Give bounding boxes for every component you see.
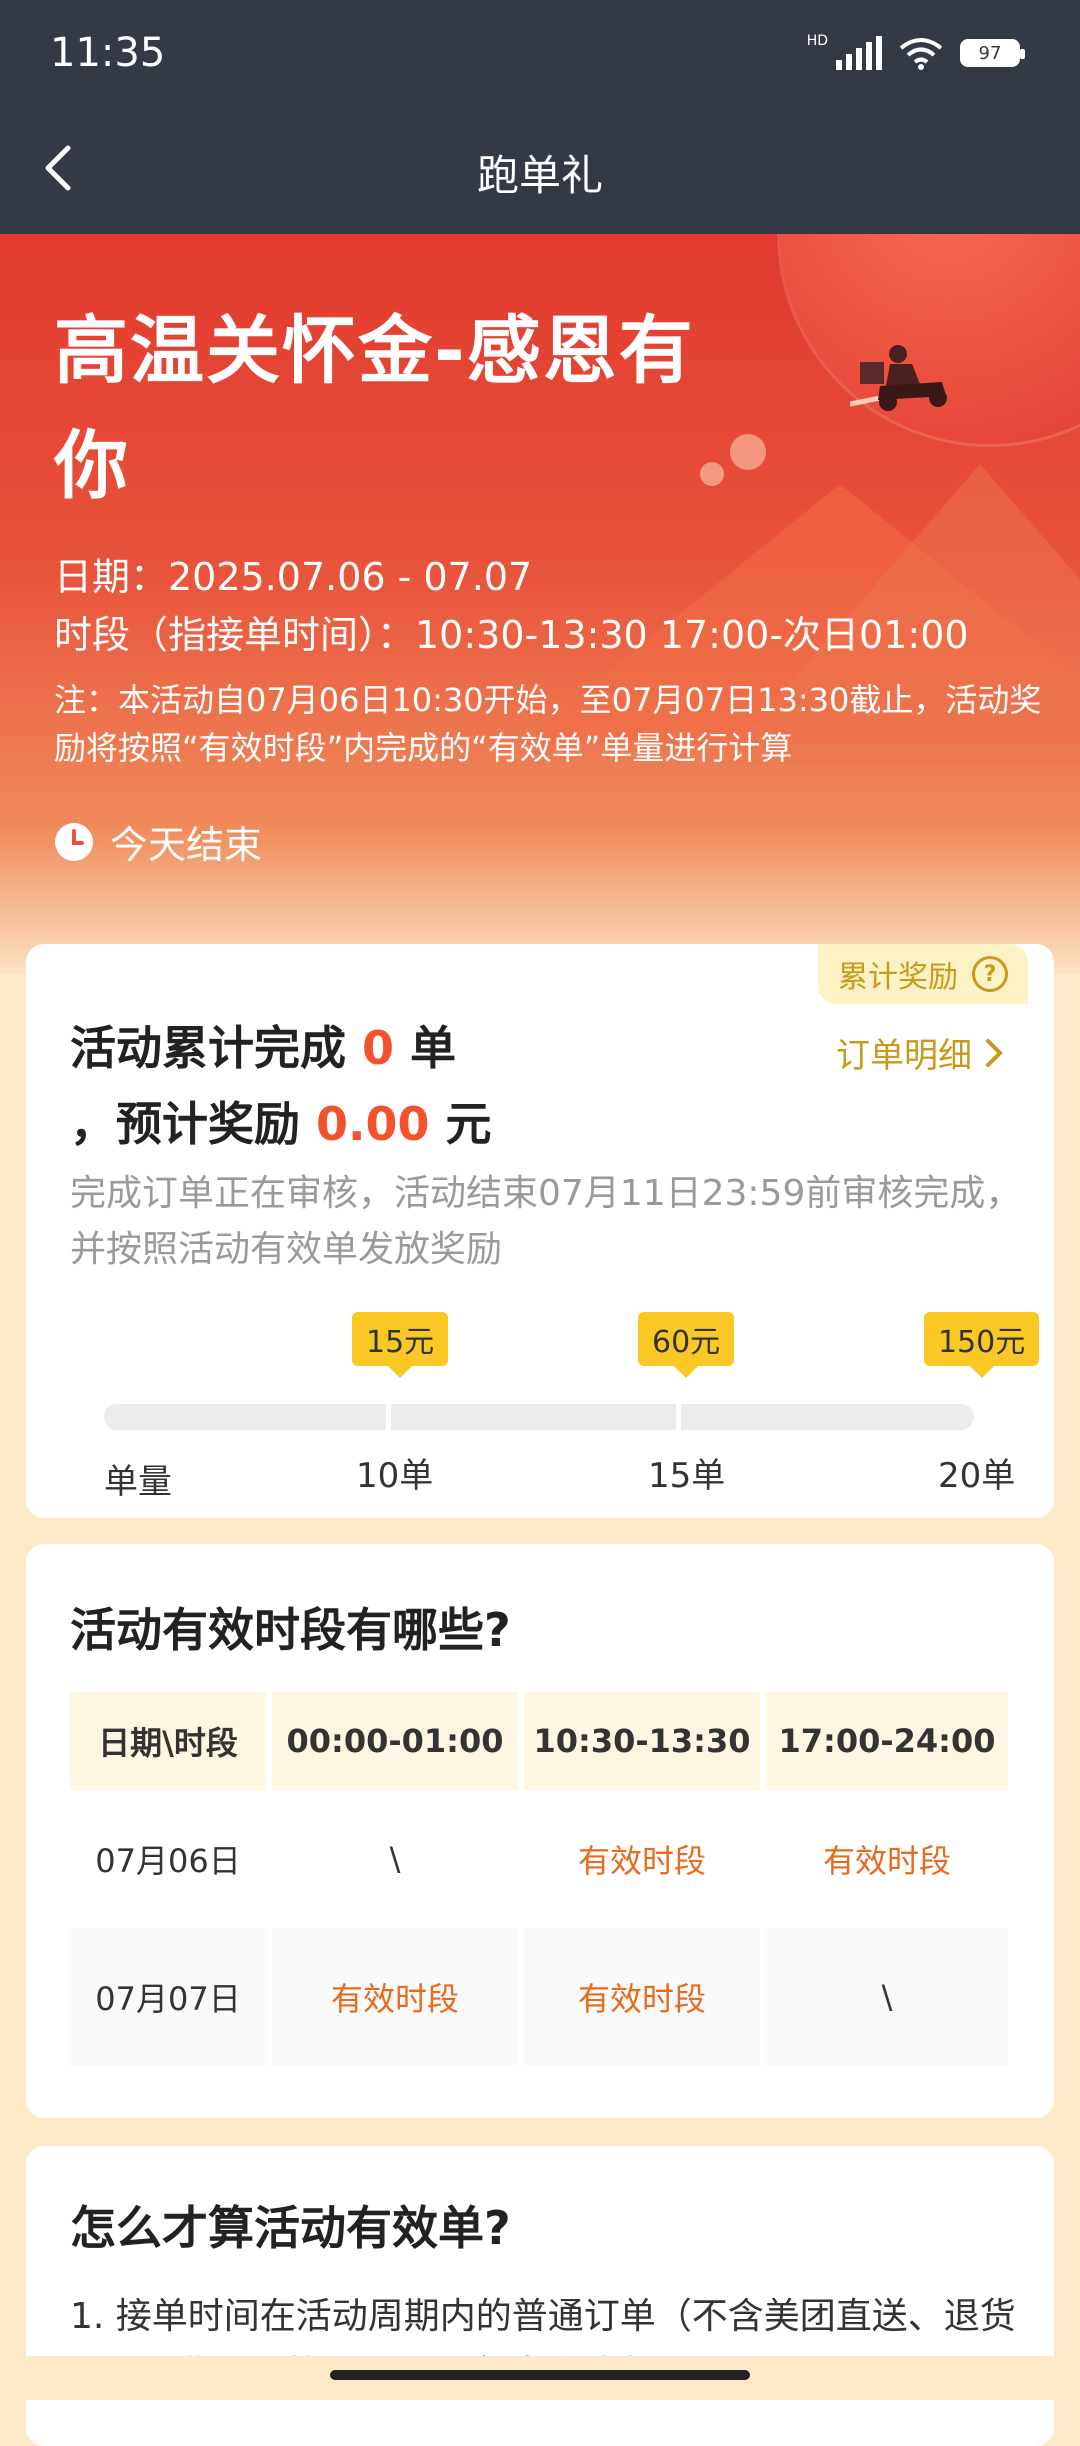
table-header-cell: 日期\时段 xyxy=(70,1692,266,1790)
activity-date: 日期：2025.07.06 - 07.07 xyxy=(54,555,533,599)
end-status-text: 今天结束 xyxy=(110,823,263,867)
reward-prefix: ，预计奖励 xyxy=(70,1097,317,1151)
page-title: 跑单礼 xyxy=(476,151,603,200)
summary-unit: 单 xyxy=(394,1021,457,1075)
order-detail-link[interactable]: 订单明细 xyxy=(836,1028,1004,1077)
reward-unit: 元 xyxy=(429,1097,492,1151)
table-cell-valid: 有效时段 xyxy=(524,1928,760,2066)
activity-note: 注：本活动自07月06日10:30开始，至07月07日13:30截止，活动奖励将… xyxy=(54,681,1042,767)
hd-badge: HD xyxy=(806,33,828,49)
completed-count: 0 xyxy=(362,1021,395,1075)
signal-icon xyxy=(836,36,882,70)
wifi-icon xyxy=(899,38,943,70)
summary-card: 累计奖励 ? 活动累计完成 0 单 ，预计奖励 0.00 元 订单明细 完成订单… xyxy=(26,944,1054,1518)
estimated-reward: 0.00 xyxy=(316,1097,430,1151)
summary-text: 活动累计完成 0 单 ，预计奖励 0.00 元 xyxy=(70,1010,492,1162)
status-time: 11:35 xyxy=(50,30,166,76)
milestone-reward-badge: 150元 xyxy=(924,1312,1040,1378)
milestone-orders: 15单 xyxy=(648,1456,726,1496)
progress-divider xyxy=(676,1404,681,1430)
rules-title: 怎么才算活动有效单? xyxy=(70,2201,511,2255)
table-cell: \ xyxy=(389,1840,401,1878)
home-indicator[interactable] xyxy=(330,2370,750,2380)
order-detail-label: 订单明细 xyxy=(836,1036,972,1076)
cumulative-reward-button[interactable]: 累计奖励 ? xyxy=(818,944,1028,1004)
status-bar: 11:35 HD 97 xyxy=(0,0,1080,102)
table-header-row: 日期\时段 00:00-01:00 10:30-13:30 17:00-24:0… xyxy=(70,1692,1014,1790)
table-cell-valid: 有效时段 xyxy=(822,1842,951,1880)
status-icons: HD 97 xyxy=(806,33,1025,70)
hero-banner: 高温关怀金-感恩有你 日期：2025.07.06 - 07.07 时段（指接单时… xyxy=(0,234,1080,974)
milestone-reward-badge: 60元 xyxy=(638,1312,735,1378)
activity-title: 高温关怀金-感恩有你 xyxy=(54,308,695,509)
schedule-table: 日期\时段 00:00-01:00 10:30-13:30 17:00-24:0… xyxy=(70,1692,1014,2066)
table-cell-date: 07月07日 xyxy=(70,1928,266,2066)
table-row: 07月06日 \ 有效时段 有效时段 xyxy=(70,1790,1014,1928)
chevron-right-icon xyxy=(986,1038,1003,1067)
nav-bar: 跑单礼 xyxy=(0,102,1080,234)
end-status: 今天结束 xyxy=(54,814,262,869)
rules-card: 怎么才算活动有效单? 1. 接单时间在活动周期内的普通订单（不含美团直送、退货单… xyxy=(26,2146,1054,2446)
milestone-orders: 20单 xyxy=(938,1456,1016,1496)
cumulative-reward-label: 累计奖励 xyxy=(838,960,958,995)
clock-icon xyxy=(55,822,93,861)
table-cell-valid: 有效时段 xyxy=(577,1842,706,1880)
battery-icon: 97 xyxy=(960,39,1025,67)
courier-rider-icon xyxy=(850,345,947,411)
activity-period: 时段（指接单时间）：10:30-13:30 17:00-次日01:00 xyxy=(54,613,969,657)
progress-bar xyxy=(104,1404,974,1430)
progress-divider xyxy=(386,1404,391,1430)
milestone-orders: 10单 xyxy=(356,1456,434,1496)
summary-prefix: 活动累计完成 xyxy=(70,1021,363,1075)
milestone-reward-badge: 15元 xyxy=(352,1312,449,1378)
table-header-cell: 00:00-01:00 xyxy=(272,1692,518,1790)
axis-label: 单量 xyxy=(104,1462,172,1502)
help-icon: ? xyxy=(972,956,1008,992)
table-cell: \ xyxy=(766,1928,1008,2066)
table-header-cell: 17:00-24:00 xyxy=(766,1692,1008,1790)
review-notice: 完成订单正在审核，活动结束07月11日23:59前审核完成，并按照活动有效单发放… xyxy=(70,1173,1022,1270)
table-cell-date: 07月06日 xyxy=(95,1842,241,1880)
table-cell-valid: 有效时段 xyxy=(272,1928,518,2066)
schedule-card: 活动有效时段有哪些? 日期\时段 00:00-01:00 10:30-13:30… xyxy=(26,1544,1054,2118)
table-row: 07月07日 有效时段 有效时段 \ xyxy=(70,1928,1014,2066)
schedule-title: 活动有效时段有哪些? xyxy=(70,1603,511,1657)
table-header-cell: 10:30-13:30 xyxy=(524,1692,760,1790)
